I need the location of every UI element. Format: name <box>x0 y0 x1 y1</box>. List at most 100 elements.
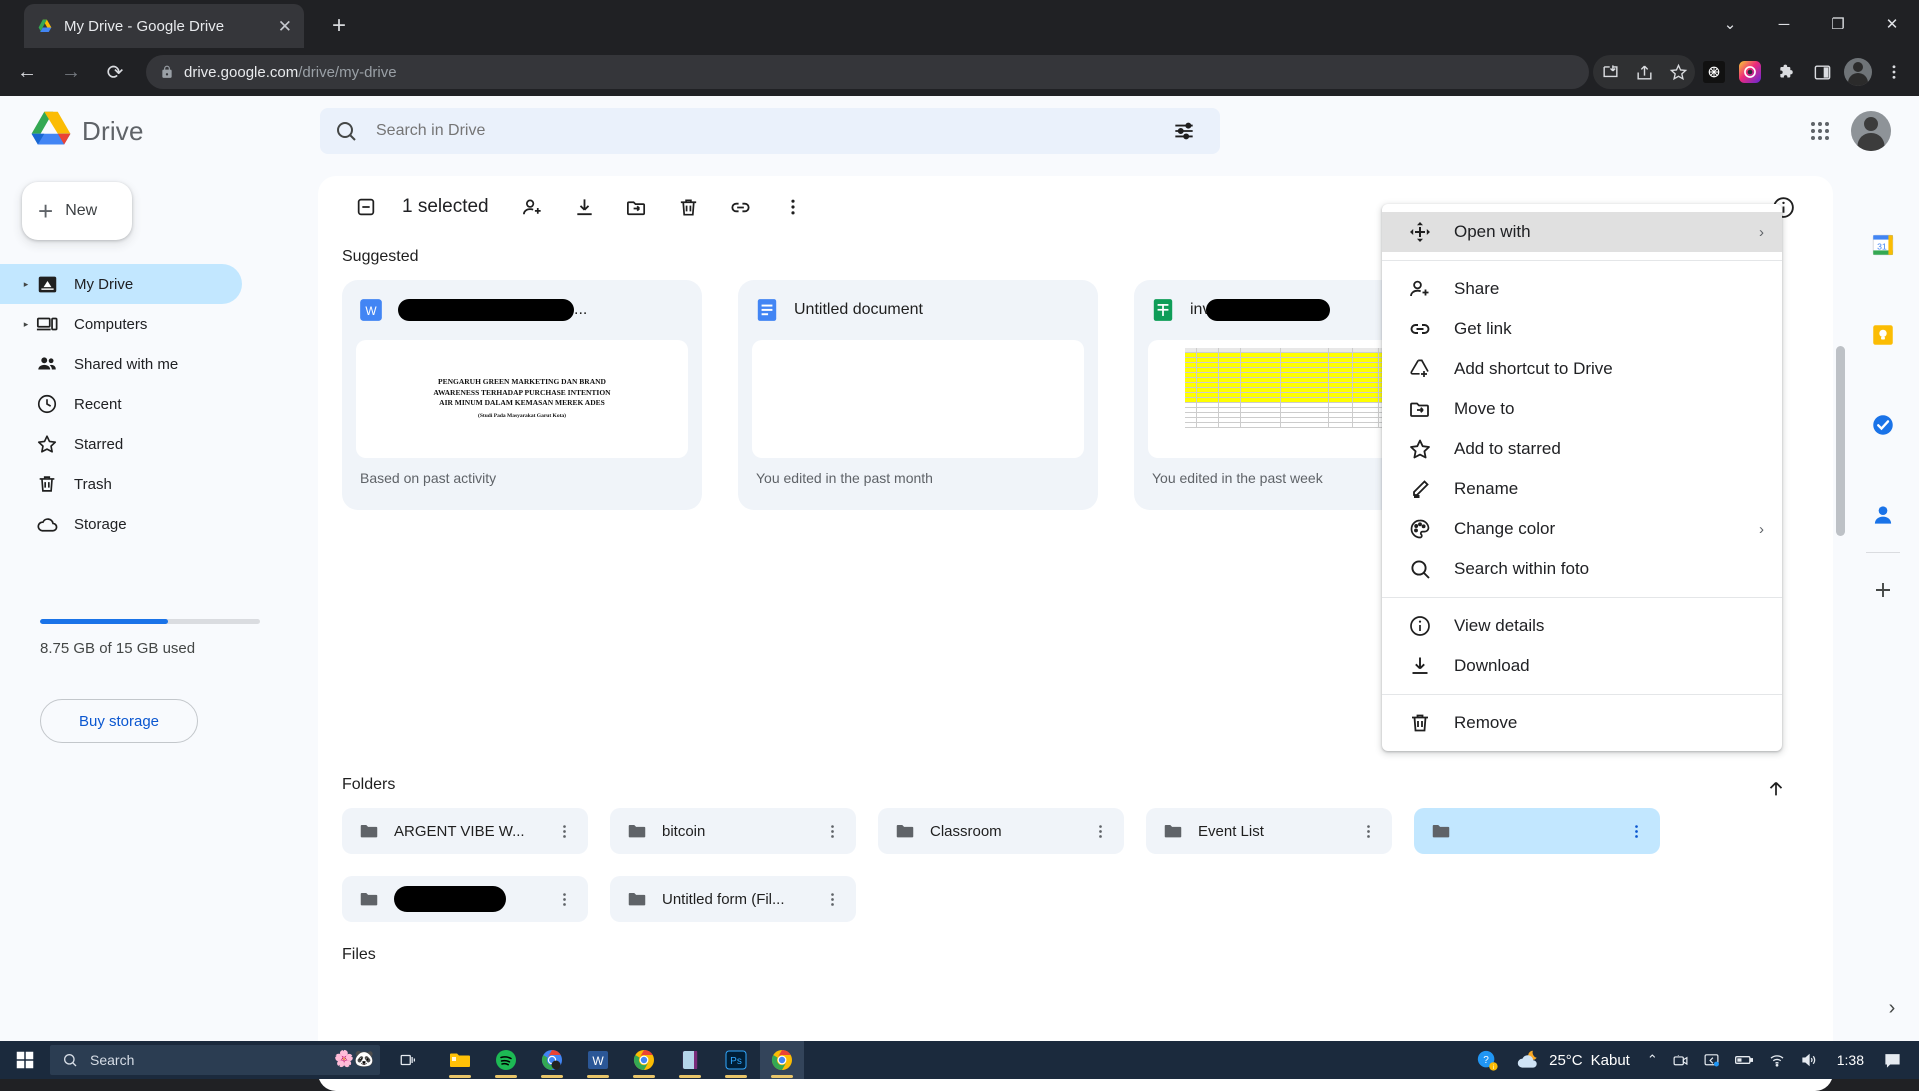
more-actions-button[interactable] <box>767 183 819 231</box>
camera-icon[interactable] <box>1665 1041 1696 1079</box>
folder-item[interactable] <box>1414 808 1660 854</box>
taskbar-search-box[interactable]: Search 🌸🐼 <box>50 1045 380 1075</box>
chrome-menu-icon[interactable] <box>1877 55 1911 89</box>
buy-storage-button[interactable]: Buy storage <box>40 699 198 743</box>
task-view-button[interactable] <box>386 1041 430 1079</box>
get-link-button[interactable] <box>715 183 767 231</box>
sidebar-item-starred[interactable]: Starred <box>0 424 242 464</box>
weather-widget-icon[interactable]: 🌸🐼 <box>334 1049 374 1069</box>
folder-more-actions-button[interactable] <box>1620 815 1652 847</box>
sidepanel-tasks[interactable] <box>1847 396 1919 454</box>
sidepanel-calendar[interactable]: 31 <box>1847 216 1919 274</box>
sidebar-item-storage[interactable]: Storage <box>0 504 242 544</box>
window-maximize-button[interactable]: ❐ <box>1811 0 1865 48</box>
suggested-card[interactable]: W ... PENGARUH GREEN MARKETING DAN BRAND… <box>342 280 702 510</box>
volume-icon[interactable] <box>1793 1041 1825 1079</box>
folder-more-actions-button[interactable] <box>548 883 580 915</box>
new-button[interactable]: + New <box>22 182 132 240</box>
sidepanel-add-button[interactable] <box>1847 561 1919 619</box>
indeterminate-checkbox-icon[interactable] <box>340 183 392 231</box>
taskbar-file-explorer[interactable] <box>438 1041 482 1079</box>
context-menu-item-add-to-starred[interactable]: Add to starred <box>1382 429 1782 469</box>
expand-caret-icon[interactable]: ▸ <box>18 319 34 330</box>
window-chevron-button[interactable]: ⌄ <box>1703 0 1757 48</box>
forward-button[interactable]: → <box>54 55 88 89</box>
sidepanel-contacts[interactable] <box>1847 486 1919 544</box>
browser-tab[interactable]: My Drive - Google Drive ✕ <box>24 4 304 48</box>
reload-button[interactable]: ⟳ <box>98 55 132 89</box>
account-avatar[interactable] <box>1851 111 1891 151</box>
context-menu-item-open-with[interactable]: Open with › <box>1382 212 1782 252</box>
context-menu-item-rename[interactable]: Rename <box>1382 469 1782 509</box>
sidebar-item-my-drive[interactable]: ▸ My Drive <box>0 264 242 304</box>
sort-order-button[interactable] <box>1759 772 1793 806</box>
display-icon[interactable] <box>1696 1041 1727 1079</box>
sidebar-item-shared-with-me[interactable]: Shared with me <box>0 344 242 384</box>
context-menu-item-view-details[interactable]: View details <box>1382 606 1782 646</box>
folder-more-actions-button[interactable] <box>1352 815 1384 847</box>
taskbar-weather[interactable]: 25°C Kabut <box>1505 1047 1640 1073</box>
notification-icon[interactable] <box>1876 1041 1909 1079</box>
folder-item[interactable]: Classroom <box>878 808 1124 854</box>
battery-icon[interactable] <box>1727 1041 1761 1079</box>
tab-close-icon[interactable]: ✕ <box>278 18 292 35</box>
context-menu-item-add-shortcut-to-drive[interactable]: Add shortcut to Drive <box>1382 349 1782 389</box>
folder-item[interactable]: ARGENT VIBE W... <box>342 808 588 854</box>
context-menu-item-get-link[interactable]: Get link <box>1382 309 1782 349</box>
address-bar[interactable]: drive.google.com/drive/my-drive <box>146 55 1589 89</box>
help-badge-icon[interactable]: ? i <box>1469 1041 1505 1079</box>
download-button[interactable] <box>559 183 611 231</box>
colorful-circle-icon[interactable] <box>1733 55 1767 89</box>
folder-more-actions-button[interactable] <box>816 815 848 847</box>
extension-dark-icon[interactable] <box>1697 55 1731 89</box>
sidebar-item-computers[interactable]: ▸ Computers <box>0 304 242 344</box>
share-button[interactable] <box>507 183 559 231</box>
taskbar-clock[interactable]: 1:38 <box>1825 1052 1876 1068</box>
taskbar-chrome-active[interactable] <box>760 1041 804 1079</box>
sidepanel-keep[interactable] <box>1847 306 1919 364</box>
window-close-button[interactable]: ✕ <box>1865 0 1919 48</box>
folder-item[interactable]: Untitled form (Fil... <box>610 876 856 922</box>
profile-avatar-icon[interactable] <box>1841 55 1875 89</box>
taskbar-chrome-beta[interactable] <box>530 1041 574 1079</box>
folder-more-actions-button[interactable] <box>816 883 848 915</box>
install-icon[interactable] <box>1593 55 1627 89</box>
tray-expand-chevron-icon[interactable]: ⌃ <box>1640 1041 1665 1079</box>
sidebar-item-trash[interactable]: Trash <box>0 464 242 504</box>
expand-caret-icon[interactable]: ▸ <box>18 279 34 290</box>
folder-item[interactable]: Event List <box>1146 808 1392 854</box>
search-input[interactable] <box>376 122 1162 140</box>
taskbar-word[interactable]: W <box>576 1041 620 1079</box>
taskbar-spotify[interactable] <box>484 1041 528 1079</box>
taskbar-onenote[interactable] <box>668 1041 712 1079</box>
taskbar-chrome[interactable] <box>622 1041 666 1079</box>
windows-start-icon[interactable] <box>0 1041 50 1079</box>
share-icon[interactable] <box>1627 55 1661 89</box>
taskbar-photoshop[interactable]: Ps <box>714 1041 758 1079</box>
folder-more-actions-button[interactable] <box>548 815 580 847</box>
move-to-button[interactable] <box>611 183 663 231</box>
context-menu-item-share[interactable]: Share <box>1382 269 1782 309</box>
expand-panel-chevron-icon[interactable]: › <box>1875 991 1909 1025</box>
new-tab-button[interactable]: + <box>324 12 354 42</box>
page-scrollbar[interactable] <box>1836 346 1845 536</box>
wifi-icon[interactable] <box>1761 1041 1793 1079</box>
context-menu-item-change-color[interactable]: Change color › <box>1382 509 1782 549</box>
side-panel-icon[interactable] <box>1805 55 1839 89</box>
context-menu-item-remove[interactable]: Remove <box>1382 703 1782 743</box>
puzzle-extensions-icon[interactable] <box>1769 55 1803 89</box>
sidebar-item-recent[interactable]: Recent <box>0 384 242 424</box>
search-bar[interactable] <box>320 108 1220 154</box>
remove-button[interactable] <box>663 183 715 231</box>
window-minimize-button[interactable]: ─ <box>1757 0 1811 48</box>
context-menu-item-search-within-foto[interactable]: Search within foto <box>1382 549 1782 589</box>
context-menu-item-download[interactable]: Download <box>1382 646 1782 686</box>
back-button[interactable]: ← <box>10 55 44 89</box>
google-apps-grid-icon[interactable] <box>1799 110 1841 152</box>
folder-item[interactable] <box>342 876 588 922</box>
search-options-button[interactable] <box>1162 113 1206 149</box>
folder-more-actions-button[interactable] <box>1084 815 1116 847</box>
folder-item[interactable]: bitcoin <box>610 808 856 854</box>
context-menu-item-move-to[interactable]: Move to <box>1382 389 1782 429</box>
suggested-card[interactable]: Untitled document You edited in the past… <box>738 280 1098 510</box>
